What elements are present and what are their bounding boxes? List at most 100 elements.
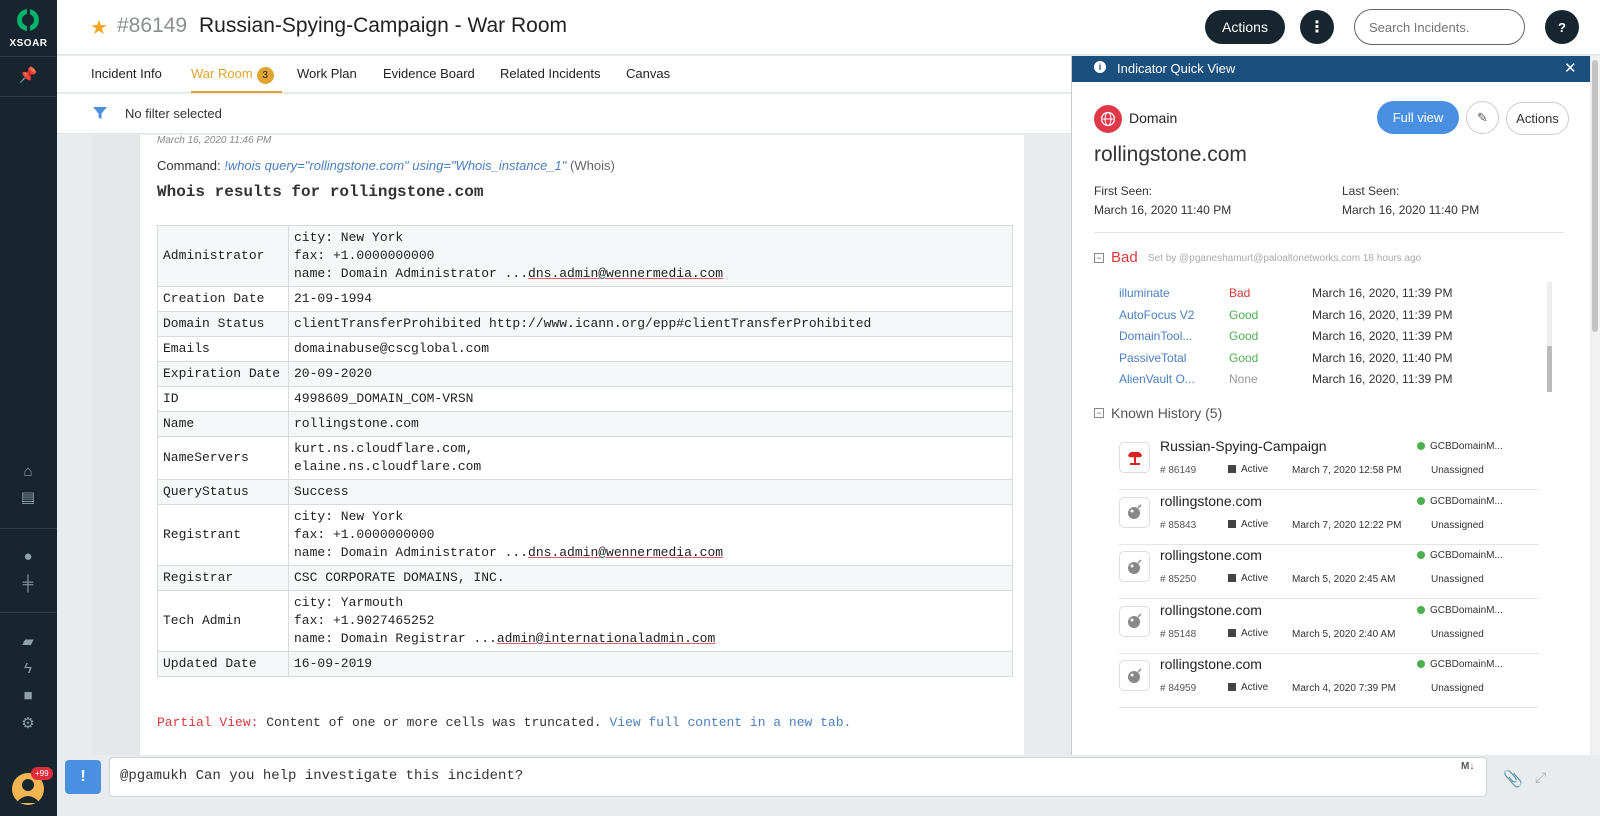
- whois-value: city: New York fax: +1.0000000000 name: Do…: [288, 504, 1013, 566]
- star-icon[interactable]: ★: [90, 15, 108, 40]
- reputation-verdict: Good: [1229, 307, 1259, 322]
- history-incident-number: # 86149: [1160, 465, 1197, 476]
- war-room-entry: March 16, 2020 11:46 PM Command: !whois …: [92, 135, 1024, 755]
- history-status: Active: [1228, 573, 1268, 584]
- history-incident-name[interactable]: rollingstone.com: [1160, 493, 1262, 509]
- dashboard-icon[interactable]: ▤: [17, 486, 39, 508]
- full-view-button[interactable]: Full view: [1377, 101, 1459, 134]
- chat-input[interactable]: @pgamukh Can you help investigate this i…: [109, 757, 1487, 797]
- history-owner: GCBDomainM...: [1417, 605, 1503, 616]
- whois-email: dns.admin@wennermedia.com: [528, 266, 724, 281]
- history-incident-name[interactable]: rollingstone.com: [1160, 547, 1262, 563]
- list-item[interactable]: Russian-Spying-Campaign # 86149 Active Marc…: [1119, 436, 1539, 490]
- more-options-icon[interactable]: ⋮: [1300, 10, 1334, 44]
- reputation-source[interactable]: DomainTool...: [1119, 329, 1204, 343]
- history-date: March 4, 2020 7:39 PM: [1292, 683, 1396, 694]
- tab-war-room[interactable]: War Room 3: [191, 56, 282, 93]
- table-row: Registrant city: New York fax: +1.00000000…: [157, 504, 1013, 566]
- indicator-actions-button[interactable]: Actions: [1506, 102, 1569, 135]
- table-row: NameServers kurt.ns.cloudflare.com, elaine…: [157, 436, 1013, 480]
- history-incident-number: # 85250: [1160, 574, 1197, 585]
- history-date: March 7, 2020 12:58 PM: [1292, 465, 1402, 476]
- playbook-icon[interactable]: ▰: [17, 630, 39, 652]
- attachment-icon[interactable]: 📎: [1503, 769, 1523, 789]
- history-owner-text: GCBDomainM...: [1430, 441, 1503, 452]
- list-item[interactable]: rollingstone.com # 85250 Active March 5, 20…: [1119, 545, 1539, 599]
- tab-related-incidents[interactable]: Related Incidents: [500, 56, 600, 93]
- markdown-icon[interactable]: M↓: [1461, 761, 1474, 772]
- bomb-icon[interactable]: ●: [17, 545, 39, 567]
- help-button[interactable]: ?: [1545, 10, 1579, 44]
- whois-value-text: domainabuse@cscglobal.com: [294, 341, 490, 356]
- collapse-icon[interactable]: −: [1094, 253, 1104, 263]
- whois-value-line: 16-09-2019: [294, 655, 1007, 673]
- chat-bar: ! @pgamukh Can you help investigate this…: [57, 755, 1600, 816]
- whois-value-text: 20-09-2020: [294, 366, 373, 381]
- history-status: Active: [1228, 464, 1268, 475]
- history-incident-number: # 84959: [1160, 683, 1197, 694]
- bomb-icon: [1119, 496, 1150, 528]
- edit-icon[interactable]: ✎: [1466, 101, 1499, 134]
- briefcase-icon[interactable]: ■: [17, 684, 39, 706]
- history-status: Active: [1228, 682, 1268, 693]
- whois-value: 21-09-1994: [288, 286, 1013, 312]
- list-item[interactable]: rollingstone.com # 85148 Active March 5, 20…: [1119, 600, 1539, 654]
- whois-value: kurt.ns.cloudflare.com, elaine.ns.cloudfl…: [288, 436, 1013, 480]
- history-incident-name[interactable]: rollingstone.com: [1160, 656, 1262, 672]
- whois-table: Administrator city: New York fax: +1.00000…: [157, 225, 1013, 677]
- automation-icon[interactable]: ϟ: [17, 657, 39, 679]
- first-seen-label: First Seen:: [1094, 184, 1153, 198]
- whois-title: Whois results for rollingstone.com: [157, 183, 484, 201]
- tab-canvas[interactable]: Canvas: [626, 56, 670, 93]
- history-incident-name[interactable]: Russian-Spying-Campaign: [1160, 438, 1327, 454]
- whois-value-line: city: Yarmouth: [294, 594, 1007, 612]
- reputation-source[interactable]: AutoFocus V2: [1119, 308, 1204, 322]
- history-assignee: Unassigned: [1431, 519, 1484, 531]
- tab-work-plan[interactable]: Work Plan: [297, 56, 357, 93]
- history-owner-text: GCBDomainM...: [1430, 604, 1503, 616]
- expand-icon[interactable]: ⤢: [1535, 769, 1546, 786]
- whois-key: Registrant: [157, 504, 289, 566]
- table-row: Updated Date 16-09-2019: [157, 651, 1013, 677]
- history-assignee: Unassigned: [1431, 465, 1484, 476]
- view-full-content-link[interactable]: View full content in a new tab.: [609, 715, 851, 730]
- home-icon[interactable]: ⌂: [17, 460, 39, 482]
- history-incident-name[interactable]: rollingstone.com: [1160, 602, 1262, 618]
- command-mode-button[interactable]: !: [65, 760, 101, 794]
- notification-badge: +99: [31, 767, 53, 780]
- history-incident-number: # 85843: [1160, 519, 1197, 531]
- status-dot-icon: [1417, 442, 1425, 451]
- tab-evidence-board[interactable]: Evidence Board: [383, 56, 475, 93]
- list-item[interactable]: rollingstone.com # 84959 Active March 4, 20…: [1119, 654, 1539, 708]
- last-seen-value: March 16, 2020 11:40 PM: [1342, 203, 1480, 217]
- scrollbar-thumb[interactable]: [1547, 346, 1552, 392]
- collapse-icon[interactable]: −: [1094, 408, 1104, 418]
- whois-key: Domain Status: [157, 311, 289, 337]
- command-text[interactable]: !whois query="rollingstone.com" using="W…: [224, 158, 566, 173]
- reputation-source[interactable]: PassiveTotal: [1119, 351, 1204, 365]
- history-status-text: Active: [1241, 682, 1269, 693]
- whois-value-text: CSC CORPORATE DOMAINS, INC.: [294, 570, 505, 585]
- reputation-source[interactable]: illuminate: [1119, 286, 1204, 300]
- verdict-meta: Set by @pganeshamurt@paloaltonetworks.co…: [1148, 253, 1422, 264]
- actions-button[interactable]: Actions: [1205, 10, 1285, 44]
- table-row: Name rollingstone.com: [157, 411, 1013, 437]
- page-scrollbar-thumb[interactable]: [1592, 60, 1598, 332]
- search-input[interactable]: [1354, 9, 1525, 45]
- close-icon[interactable]: ✕: [1564, 59, 1577, 77]
- indicator-icon[interactable]: ╪: [17, 572, 39, 594]
- xsoar-logo[interactable]: XSOAR: [0, 0, 57, 56]
- whois-key: Emails: [157, 336, 289, 362]
- gear-icon[interactable]: ⚙: [17, 712, 39, 734]
- xsoar-app: XSOAR 📌 ⌂ ▤ ● ╪ ▰ ϟ ■ ⚙ +99 ★ #86149 Rus…: [0, 0, 1600, 816]
- filter-status: No filter selected: [125, 106, 222, 121]
- reputation-verdict: Good: [1229, 329, 1259, 343]
- first-seen-value: March 16, 2020 11:40 PM: [1094, 203, 1232, 217]
- pin-icon[interactable]: 📌: [17, 64, 39, 86]
- reputation-source[interactable]: AlienVault O...: [1119, 372, 1204, 386]
- entry-timestamp: March 16, 2020 11:46 PM: [157, 135, 272, 146]
- tab-incident-info[interactable]: Incident Info: [91, 56, 162, 93]
- filter-icon[interactable]: [93, 106, 107, 120]
- reputation-verdict: None: [1229, 372, 1258, 386]
- list-item[interactable]: rollingstone.com # 85843 Active March 7, 20…: [1119, 491, 1539, 545]
